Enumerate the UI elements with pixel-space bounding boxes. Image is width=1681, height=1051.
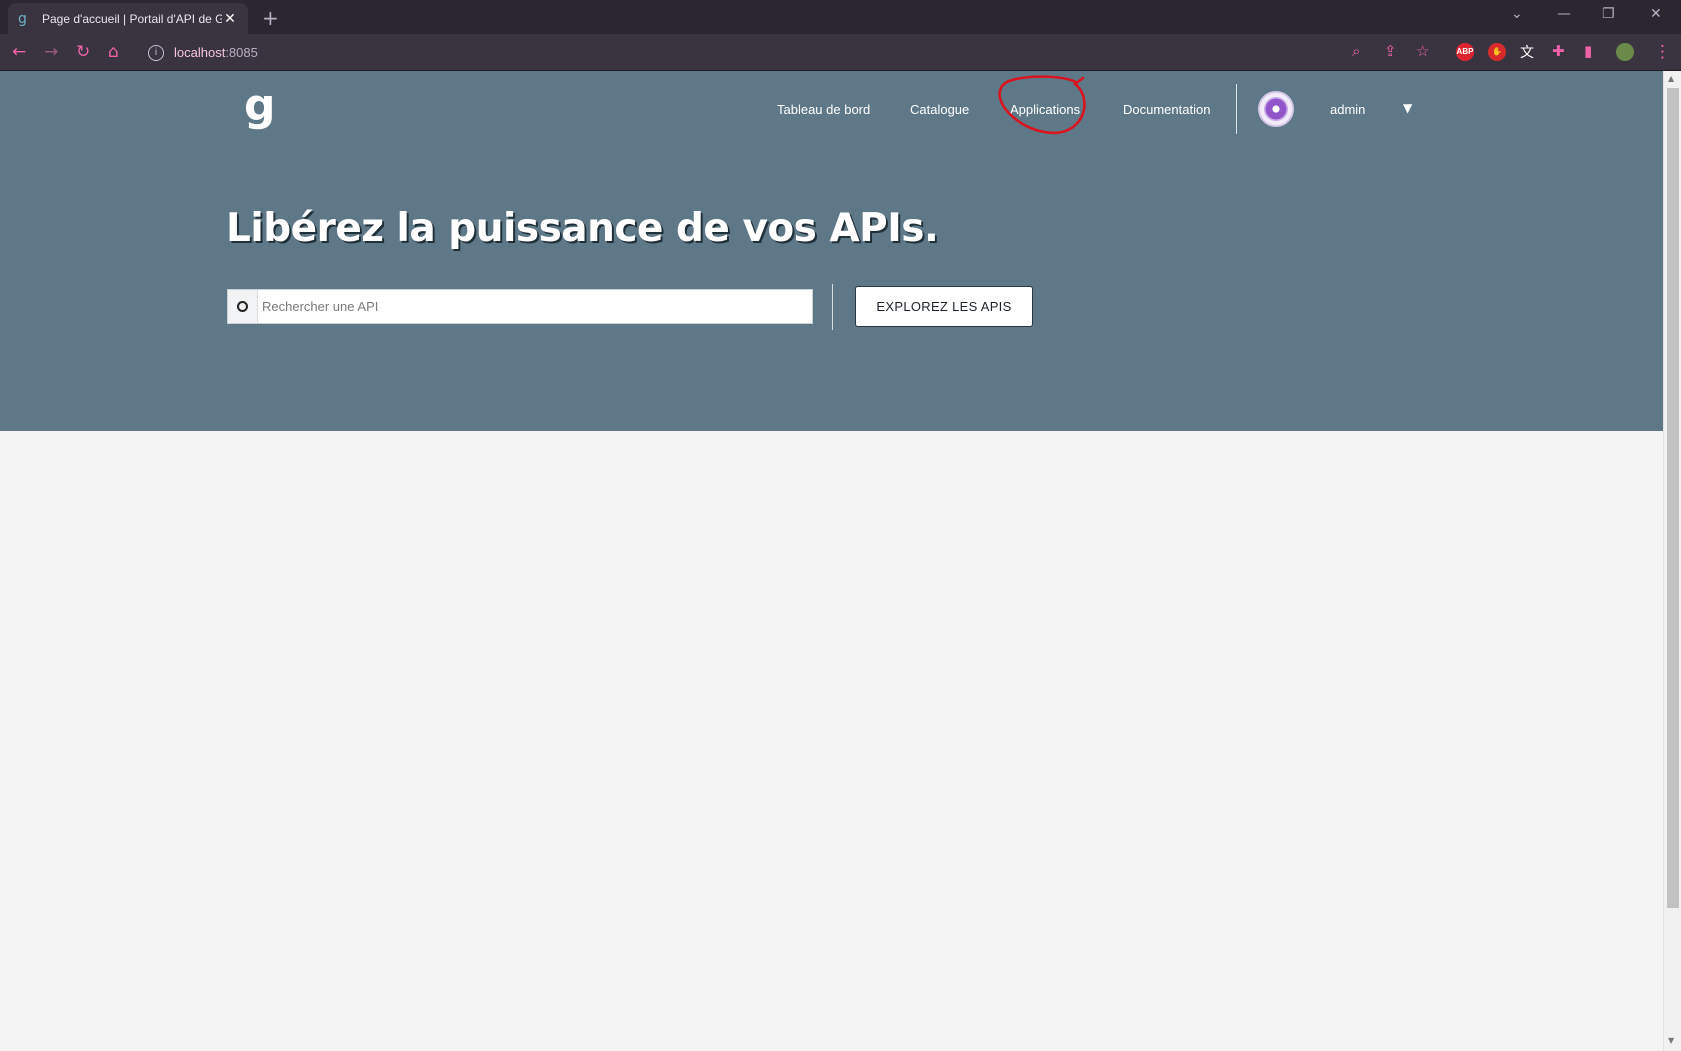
adblock-extension-icon[interactable]: ABP <box>1456 43 1474 61</box>
profile-avatar[interactable] <box>1616 43 1634 61</box>
user-name[interactable]: admin <box>1330 102 1365 117</box>
address-bar[interactable]: i localhost:8085 <box>148 39 258 66</box>
tab-search-icon[interactable]: ⌄ <box>1511 6 1523 22</box>
ublock-extension-icon[interactable]: ✋ <box>1488 43 1506 61</box>
share-icon[interactable]: ⇪ <box>1384 42 1397 60</box>
window-close-icon[interactable]: ✕ <box>1650 6 1662 22</box>
explore-apis-button[interactable]: EXPLOREZ LES APIS <box>855 286 1033 327</box>
restore-icon[interactable]: ❐ <box>1602 6 1615 22</box>
new-tab-button[interactable]: + <box>262 6 279 30</box>
browser-tab[interactable]: g Page d'accueil | Portail d'API de G ✕ <box>8 3 248 34</box>
home-icon[interactable]: ⌂ <box>108 42 119 62</box>
zoom-icon[interactable]: ⌕ <box>1352 42 1360 60</box>
red-circle-annotation <box>998 75 1086 135</box>
url-port: :8085 <box>225 45 258 60</box>
api-search-box[interactable] <box>227 289 813 324</box>
scroll-down-icon[interactable]: ▼ <box>1668 1036 1674 1045</box>
browser-tab-bar: g Page d'accueil | Portail d'API de G ✕ … <box>0 0 1681 34</box>
scroll-thumb[interactable] <box>1667 88 1679 908</box>
extensions-puzzle-icon[interactable]: ✚ <box>1552 42 1565 60</box>
nav-dashboard[interactable]: Tableau de bord <box>777 102 870 117</box>
translate-extension-icon[interactable]: 文 <box>1520 42 1534 62</box>
nav-documentation[interactable]: Documentation <box>1123 102 1210 117</box>
minimize-icon[interactable]: — <box>1557 6 1571 22</box>
tab-title: Page d'accueil | Portail d'API de G <box>42 11 222 26</box>
user-avatar[interactable] <box>1258 91 1294 127</box>
search-icon <box>228 290 258 323</box>
api-search-input[interactable] <box>258 290 812 323</box>
tab-close-icon[interactable]: ✕ <box>222 10 238 27</box>
hero-section: g Tableau de bord Catalogue Applications… <box>0 71 1663 431</box>
browser-toolbar: ← → ↻ ⌂ i localhost:8085 ⌕ ⇪ ☆ ABP ✋ 文 ✚… <box>0 34 1681 71</box>
bookmark-star-icon[interactable]: ☆ <box>1416 42 1429 60</box>
gravitee-favicon-icon: g <box>18 10 27 27</box>
hero-title: Libérez la puissance de vos APIs. <box>226 206 939 251</box>
gravitee-logo[interactable]: g <box>244 84 276 129</box>
nav-divider <box>1236 84 1237 134</box>
search-divider <box>832 284 833 330</box>
side-panel-icon[interactable]: ▮ <box>1584 42 1592 60</box>
user-menu-caret-icon[interactable]: ▼ <box>1403 101 1412 115</box>
page-scrollbar[interactable]: ▲ ▼ <box>1663 71 1681 1051</box>
nav-catalog[interactable]: Catalogue <box>910 102 969 117</box>
reload-icon[interactable]: ↻ <box>76 42 90 62</box>
menu-kebab-icon[interactable]: ⋮ <box>1654 42 1671 62</box>
page-content: g Tableau de bord Catalogue Applications… <box>0 71 1663 1051</box>
scroll-up-icon[interactable]: ▲ <box>1668 74 1674 83</box>
back-icon[interactable]: ← <box>12 42 26 62</box>
url-host: localhost <box>174 45 226 60</box>
forward-icon[interactable]: → <box>44 42 58 62</box>
site-info-icon[interactable]: i <box>148 44 164 61</box>
